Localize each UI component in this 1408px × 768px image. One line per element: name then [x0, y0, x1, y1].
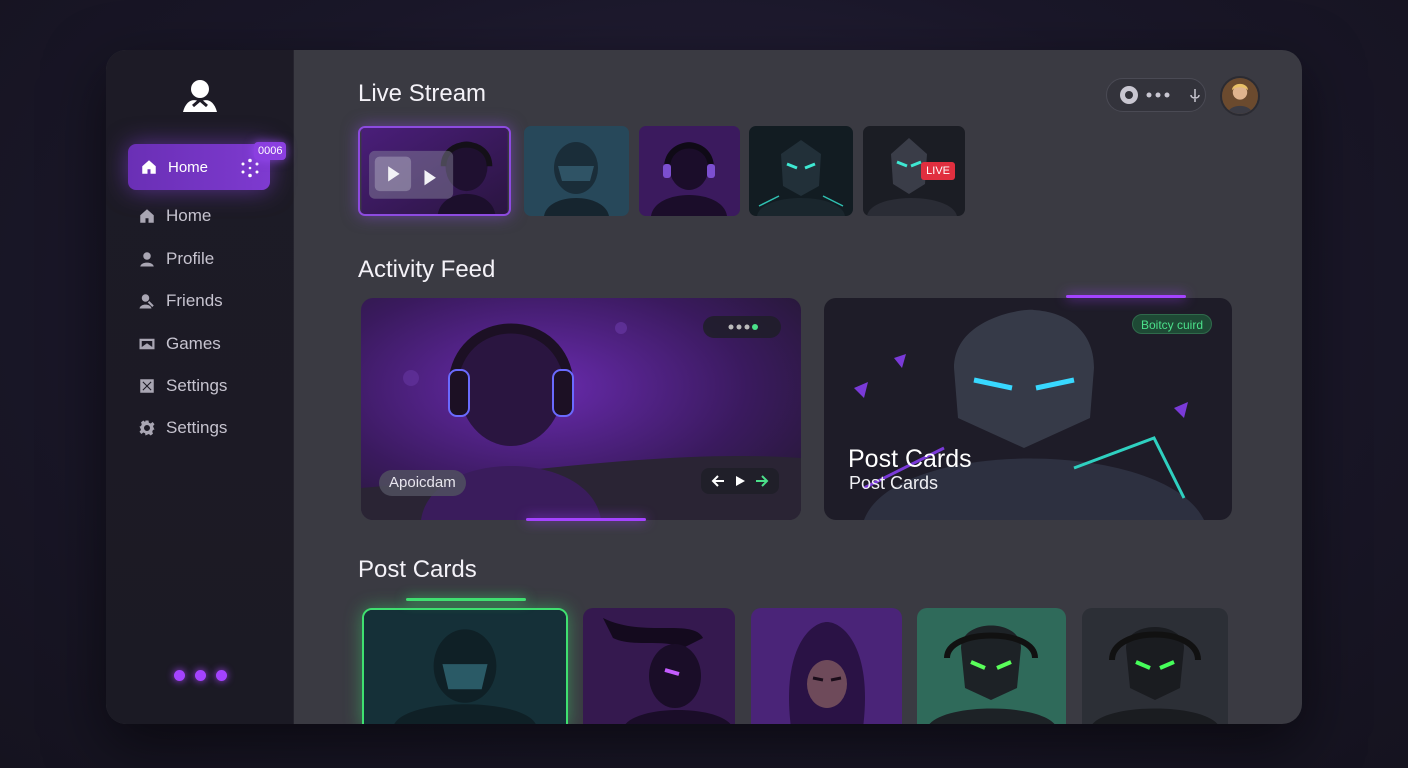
sidebar-item-label: Profile [166, 249, 215, 268]
sidebar-item-label: Games [166, 334, 221, 353]
live-thumb-5[interactable]: LIVE [863, 126, 965, 216]
post-image [583, 608, 735, 724]
stream-thumbnail-image [361, 128, 508, 214]
sidebar-item-label: Settings [166, 376, 228, 395]
activity-card-left[interactable]: Apoicdam [361, 298, 801, 520]
back-arrow-icon[interactable] [711, 475, 725, 487]
activity-card-right[interactable]: Boitcy cuird Post Cards Post Cards [824, 298, 1232, 520]
live-thumb-1[interactable] [358, 126, 511, 216]
stream-thumbnail-image [749, 126, 853, 216]
home-icon [140, 209, 154, 223]
sidebar-item-label: Home [166, 206, 212, 225]
post-glow [406, 598, 526, 601]
dot [195, 670, 206, 681]
post-card-1[interactable] [362, 608, 568, 724]
live-thumb-2[interactable] [524, 126, 629, 216]
forward-arrow-icon[interactable] [755, 475, 769, 487]
live-thumb-4[interactable] [749, 126, 853, 216]
gear-icon [139, 420, 155, 436]
section-title-live: Live Stream [358, 80, 487, 107]
user-avatar[interactable] [1220, 76, 1260, 116]
mic-icon[interactable] [1187, 87, 1203, 103]
media-controls [701, 468, 779, 494]
header-controls[interactable] [1106, 78, 1206, 112]
post-image [751, 608, 902, 724]
friends-icon [139, 294, 154, 309]
post-card-4[interactable] [917, 608, 1066, 724]
card-title: Post Cards [848, 445, 972, 473]
app-chip[interactable]: Apoicdam [379, 470, 466, 496]
post-card-5[interactable] [1082, 608, 1228, 724]
play-icon[interactable] [734, 475, 746, 487]
dot [174, 670, 185, 681]
sidebar-item-games[interactable]: Games [138, 332, 221, 356]
card-glow [526, 518, 646, 521]
app-window: Home 0006 Home Profile Friends Games Set… [106, 50, 1302, 724]
dot [216, 670, 227, 681]
stream-thumbnail-image [524, 126, 629, 216]
live-thumb-3[interactable] [639, 126, 740, 216]
section-title-activity: Activity Feed [358, 256, 496, 283]
card-status-pill [703, 316, 781, 338]
more-dots[interactable] [174, 670, 227, 681]
card-glow [1066, 295, 1186, 298]
sidebar-item-friends[interactable]: Friends [138, 289, 223, 313]
home-icon [142, 160, 156, 174]
status-chip: Boitcy cuird [1131, 314, 1212, 334]
sidebar-item-label: Home [168, 158, 209, 176]
user-logo-icon[interactable] [180, 76, 220, 116]
post-card-2[interactable] [583, 608, 735, 724]
games-icon [139, 338, 155, 350]
post-image [917, 608, 1066, 724]
sidebar-item-label: Friends [166, 291, 223, 310]
live-badge: LIVE [921, 162, 955, 180]
sidebar-item-settings-2[interactable]: Settings [138, 416, 227, 440]
record-toggle-icon[interactable] [1119, 85, 1139, 105]
sidebar-item-profile[interactable]: Profile [138, 247, 214, 271]
stream-thumbnail-image [639, 126, 740, 216]
section-title-posts: Post Cards [358, 556, 477, 583]
post-card-3[interactable] [751, 608, 902, 724]
loading-spinner-icon [241, 158, 259, 178]
sidebar-item-label: Settings [166, 418, 228, 437]
post-image [1082, 608, 1228, 724]
sidebar-item-home[interactable]: Home [138, 204, 211, 228]
close-box-icon [140, 379, 154, 393]
more-horizontal-icon[interactable] [1145, 91, 1171, 99]
notification-badge: 0006 [254, 142, 287, 160]
profile-icon [140, 252, 154, 267]
card-subtitle: Post Cards [849, 473, 939, 493]
sidebar-item-settings-1[interactable]: Settings [138, 374, 227, 398]
sidebar-item-home-active[interactable]: Home [128, 144, 270, 190]
post-image [364, 610, 566, 724]
sidebar: Home 0006 Home Profile Friends Games Set… [106, 50, 294, 724]
